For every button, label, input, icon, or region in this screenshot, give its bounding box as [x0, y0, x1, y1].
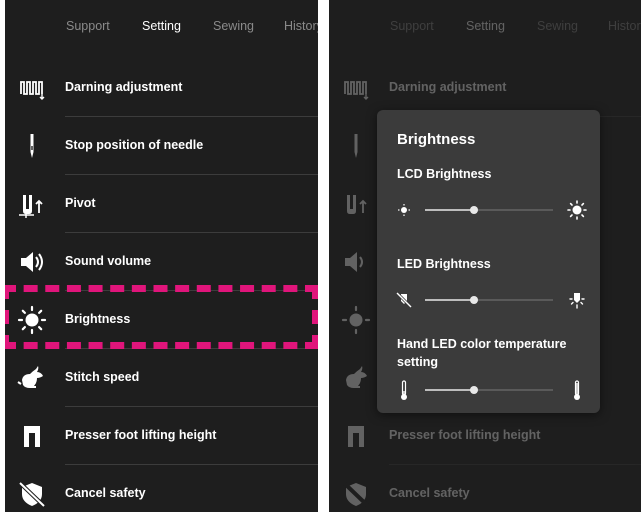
setting-item-label: Stitch speed — [65, 370, 140, 384]
popup-title: Brightness — [397, 131, 476, 148]
tab-bar: Support Setting Sewing History — [329, 0, 641, 52]
setting-item-darning[interactable]: Darning adjustment — [329, 59, 641, 117]
thermometer-low-icon — [393, 378, 415, 402]
setting-item-needle-stop[interactable]: Stop position of needle — [5, 117, 318, 175]
tab-sewing[interactable]: Sewing — [537, 19, 578, 33]
slider-thumb[interactable] — [469, 206, 478, 214]
tab-sewing[interactable]: Sewing — [213, 19, 254, 33]
led-brightness-label: LED Brightness — [397, 257, 491, 271]
rabbit-icon — [341, 363, 371, 393]
hand-led-color-temperature-label: Hand LED color temperature setting — [397, 337, 567, 369]
setting-item-sound-volume[interactable]: Sound volume — [5, 233, 318, 291]
setting-item-presser-foot[interactable]: Presser foot lifting height — [5, 407, 318, 465]
brightness-popup: Brightness LCD Brightness LED Brightness… — [377, 110, 600, 413]
setting-item-label: Darning adjustment — [65, 80, 183, 94]
setting-item-label: Presser foot lifting height — [389, 428, 541, 442]
speaker-icon — [341, 247, 371, 277]
tab-setting[interactable]: Setting — [466, 19, 505, 33]
speaker-icon — [17, 247, 47, 277]
tab-history[interactable]: History — [284, 19, 318, 33]
tab-history[interactable]: History — [608, 19, 641, 33]
safety-off-icon — [341, 479, 371, 509]
hand-led-color-temperature-slider[interactable] — [393, 378, 587, 402]
setting-item-label: Stop position of needle — [65, 138, 204, 152]
led-off-icon — [393, 288, 415, 312]
setting-item-label: Sound volume — [65, 254, 152, 268]
darning-icon — [17, 73, 47, 103]
slider-fill — [425, 389, 474, 391]
sun-icon — [341, 305, 371, 335]
setting-item-cancel-safety[interactable]: Cancel safety — [5, 465, 318, 512]
pivot-icon — [341, 189, 371, 219]
led-bright-icon — [566, 288, 588, 312]
setting-item-stitch-speed[interactable]: Stitch speed — [5, 349, 318, 407]
needle-icon — [341, 131, 371, 161]
tab-support[interactable]: Support — [390, 19, 434, 33]
tab-setting[interactable]: Setting — [142, 19, 181, 33]
setting-item-pivot[interactable]: Pivot — [5, 175, 318, 233]
lcd-brightness-label: LCD Brightness — [397, 167, 492, 181]
rabbit-icon — [17, 363, 47, 393]
setting-item-presser-foot[interactable]: Presser foot lifting height — [329, 407, 641, 465]
setting-item-label: Pivot — [65, 196, 96, 210]
darning-icon — [341, 73, 371, 103]
settings-screen-with-popup: Support Setting Sewing History Darning a… — [329, 0, 641, 512]
settings-screen: Support Setting Sewing History Darning a… — [5, 0, 318, 512]
slider-fill — [425, 299, 474, 301]
slider-thumb[interactable] — [469, 386, 478, 394]
tab-support[interactable]: Support — [66, 19, 110, 33]
slider-track[interactable] — [425, 386, 553, 394]
pivot-icon — [17, 189, 47, 219]
sun-large-icon — [566, 198, 588, 222]
led-brightness-slider[interactable] — [393, 288, 587, 312]
slider-track[interactable] — [425, 206, 553, 214]
presser-foot-icon — [341, 421, 371, 451]
setting-item-darning[interactable]: Darning adjustment — [5, 59, 318, 117]
setting-item-label: Cancel safety — [65, 486, 146, 500]
setting-item-label: Darning adjustment — [389, 80, 507, 94]
setting-item-cancel-safety[interactable]: Cancel safety — [329, 465, 641, 512]
slider-fill — [425, 209, 474, 211]
thermometer-high-icon — [566, 378, 588, 402]
tab-bar: Support Setting Sewing History — [5, 0, 318, 52]
lcd-brightness-slider[interactable] — [393, 198, 587, 222]
sun-small-icon — [393, 198, 415, 222]
setting-item-label: Presser foot lifting height — [65, 428, 217, 442]
presser-foot-icon — [17, 421, 47, 451]
needle-icon — [17, 131, 47, 161]
slider-thumb[interactable] — [469, 296, 478, 304]
setting-item-label: Cancel safety — [389, 486, 470, 500]
highlight-frame — [5, 285, 318, 349]
safety-off-icon — [17, 479, 47, 509]
slider-track[interactable] — [425, 296, 553, 304]
